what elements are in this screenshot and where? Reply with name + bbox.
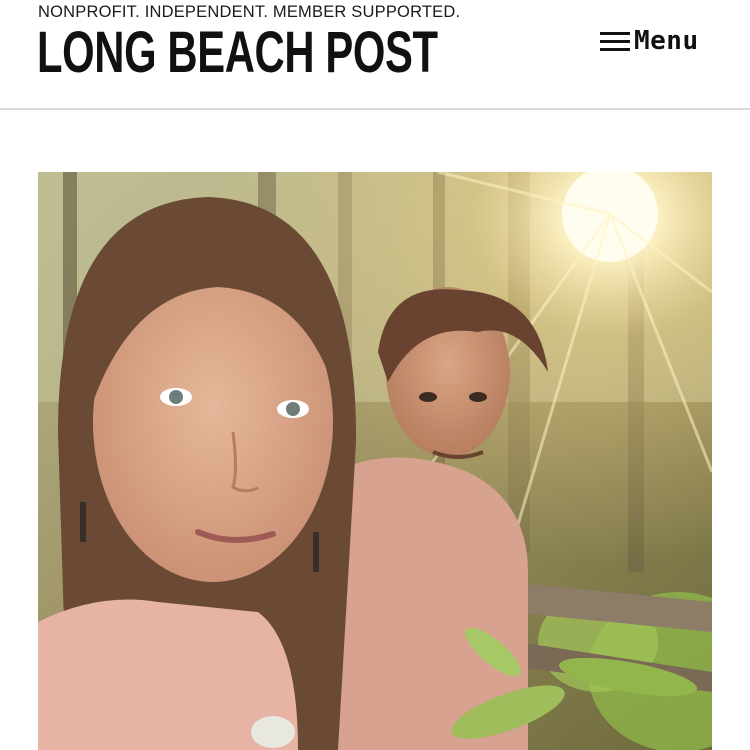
menu-label: Menu [634,26,699,56]
hero-photo-illustration [38,172,712,750]
site-header: NONPROFIT. INDEPENDENT. MEMBER SUPPORTED… [0,0,750,110]
hamburger-icon [600,31,630,51]
hero-image[interactable] [38,172,712,750]
menu-button[interactable]: Menu [600,24,699,58]
site-logo[interactable]: LONG BEACH POST [37,18,438,88]
